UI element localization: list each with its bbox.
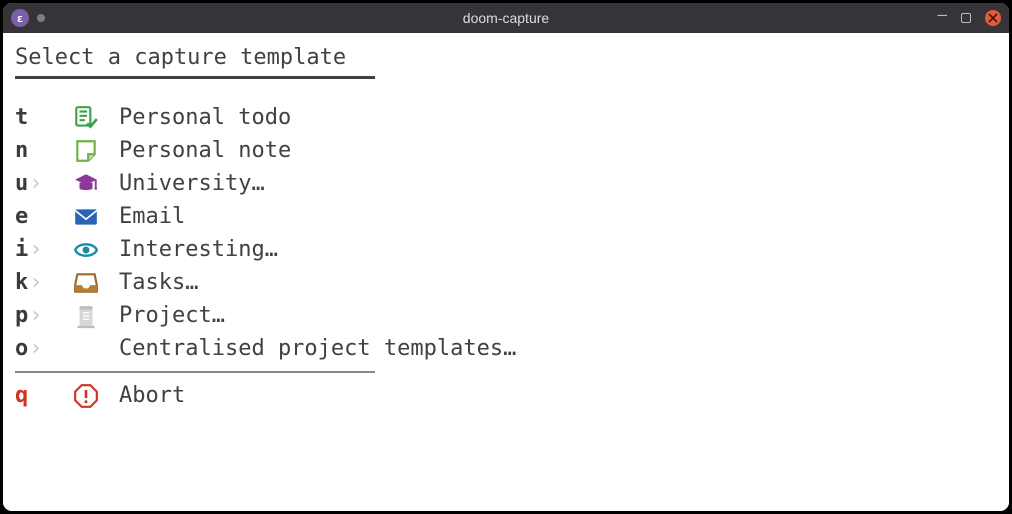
close-icon (988, 13, 998, 23)
abort-row[interactable]: q Abort (15, 379, 997, 412)
minimize-button[interactable]: ― (937, 7, 947, 23)
template-row[interactable]: t Personal todo (15, 101, 997, 134)
emacs-app-icon: ε (11, 9, 29, 27)
note-icon (73, 138, 99, 164)
template-row[interactable]: k› Tasks… (15, 266, 997, 299)
chevron-right-icon: › (29, 167, 42, 200)
todo-check-icon (73, 105, 99, 131)
app-window: ε doom-capture ― Select a capture templa… (0, 0, 1012, 514)
chevron-right-icon: › (29, 332, 42, 365)
key-label: u (15, 167, 28, 200)
key-label: p (15, 299, 28, 332)
key-label: e (15, 200, 28, 233)
template-label: University… (119, 167, 265, 200)
capture-buffer: Select a capture template t Personal tod… (3, 33, 1009, 511)
template-label: Interesting… (119, 233, 278, 266)
template-row[interactable]: p› Project… (15, 299, 997, 332)
key-label: n (15, 134, 28, 167)
titlebar[interactable]: ε doom-capture ― (3, 3, 1009, 33)
chevron-right-icon: › (29, 299, 42, 332)
template-label: Centralised project templates… (119, 332, 516, 365)
template-label: Personal note (119, 134, 291, 167)
template-label: Project… (119, 299, 225, 332)
template-row[interactable]: n Personal note (15, 134, 997, 167)
template-row[interactable]: o› Centralised project templates… (15, 332, 997, 365)
template-row[interactable]: i› Interesting… (15, 233, 997, 266)
close-button[interactable] (985, 10, 1001, 26)
window-title: doom-capture (3, 10, 1009, 26)
template-row[interactable]: e Email (15, 200, 997, 233)
abort-label: Abort (119, 379, 185, 412)
maximize-button[interactable] (961, 13, 971, 23)
alert-octagon-icon (73, 383, 99, 409)
key-label: q (15, 379, 28, 412)
envelope-icon (73, 204, 99, 230)
template-label: Email (119, 200, 185, 233)
buffer-heading: Select a capture template (15, 41, 997, 74)
template-label: Personal todo (119, 101, 291, 134)
key-label: k (15, 266, 28, 299)
key-label: t (15, 101, 28, 134)
inbox-icon (73, 270, 99, 296)
project-icon (73, 303, 99, 329)
separator-rule (15, 371, 375, 373)
chevron-right-icon: › (29, 233, 42, 266)
graduation-icon (73, 171, 99, 197)
key-label: o (15, 332, 28, 365)
template-label: Tasks… (119, 266, 198, 299)
eye-icon (73, 237, 99, 263)
heading-rule (15, 76, 375, 79)
chevron-right-icon: › (29, 266, 42, 299)
key-label: i (15, 233, 28, 266)
template-row[interactable]: u› University… (15, 167, 997, 200)
titlebar-dot (37, 14, 45, 22)
